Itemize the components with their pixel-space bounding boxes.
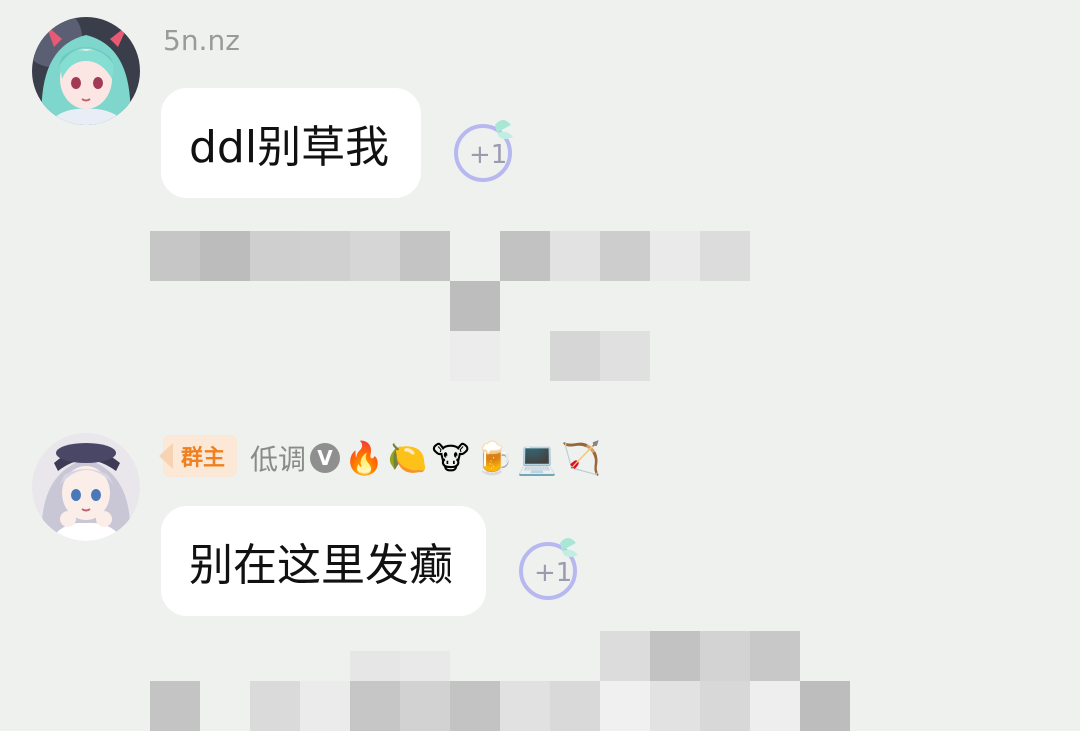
lemon-emoji-icon: 🍋	[387, 439, 428, 477]
plus-one-reaction-icon[interactable]: +1	[512, 533, 584, 605]
fire-emoji-icon: 🔥	[344, 439, 384, 477]
svg-text:+1: +1	[534, 558, 572, 588]
beer-emoji-icon: 🍺	[473, 439, 514, 477]
cow-emoji-icon: 🐮	[431, 439, 470, 477]
sender-name-row[interactable]: 低调 V 🔥 🍋 🐮 🍺 💻 🏹	[250, 437, 601, 479]
badge-wing-icon	[159, 443, 173, 469]
message-bubble[interactable]: ddl别草我	[161, 88, 421, 198]
avatar[interactable]	[32, 433, 140, 541]
avatar[interactable]	[32, 17, 140, 125]
redacted-mosaic	[150, 231, 750, 381]
sender-name[interactable]: 低调	[250, 438, 306, 478]
svg-text:+1: +1	[469, 140, 507, 170]
sender-name[interactable]: 5n.nz	[163, 24, 240, 57]
message-bubble[interactable]: 别在这里发癫	[161, 506, 486, 616]
group-owner-badge: 群主	[159, 435, 238, 477]
bow-arrow-emoji-icon: 🏹	[561, 439, 602, 477]
verified-v-icon: V	[310, 443, 341, 473]
chat-view: 5n.nz ddl别草我 +1 群主 低调 V 🔥 🍋 🐮 🍺 💻 🏹 别在这里…	[0, 0, 1080, 731]
plus-one-reaction-icon[interactable]: +1	[447, 115, 519, 187]
anime-girl-avatar-teal-hair-icon	[32, 17, 140, 125]
redacted-mosaic	[150, 631, 850, 731]
laptop-emoji-icon: 💻	[517, 439, 558, 477]
anime-girl-avatar-silver-hair-icon	[32, 433, 140, 541]
badge-label: 群主	[181, 446, 226, 471]
